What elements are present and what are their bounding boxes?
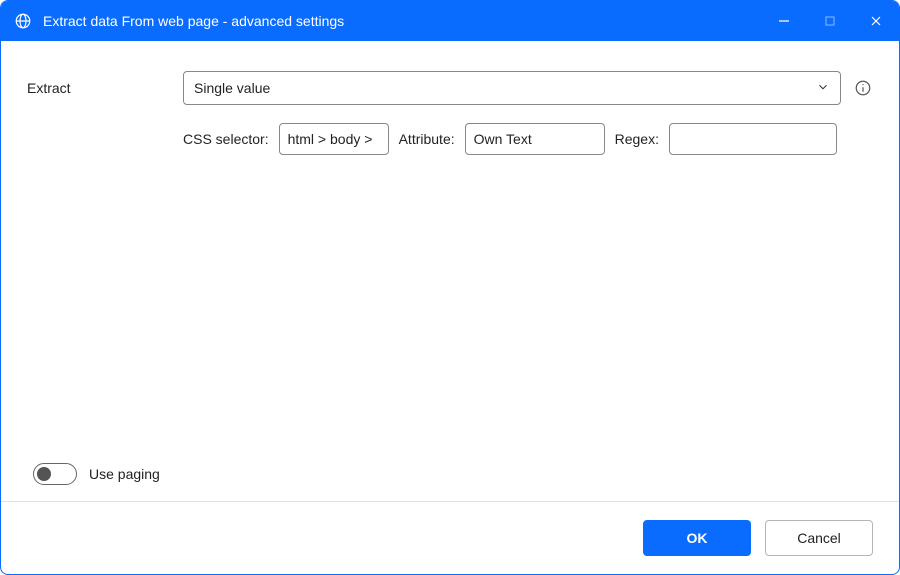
chevron-down-icon: [816, 80, 830, 97]
cancel-button-label: Cancel: [797, 530, 841, 546]
maximize-button[interactable]: [807, 1, 853, 41]
toggle-knob: [37, 467, 51, 481]
close-button[interactable]: [853, 1, 899, 41]
use-paging-toggle[interactable]: [33, 463, 77, 485]
params-group: CSS selector: html > body > Attribute: O…: [183, 123, 837, 155]
use-paging-label: Use paging: [89, 466, 160, 482]
cancel-button[interactable]: Cancel: [765, 520, 873, 556]
params-row: CSS selector: html > body > Attribute: O…: [27, 123, 873, 155]
dialog-footer: OK Cancel: [1, 501, 899, 574]
content-spacer: [27, 173, 873, 463]
dialog-content: Extract Single value CSS selector:: [1, 41, 899, 501]
titlebar: Extract data From web page - advanced se…: [1, 1, 899, 41]
window-title: Extract data From web page - advanced se…: [43, 13, 761, 29]
extract-dropdown-value: Single value: [194, 80, 816, 96]
extract-label: Extract: [27, 80, 183, 96]
extract-row: Extract Single value: [27, 71, 873, 105]
css-selector-value: html > body >: [288, 131, 373, 147]
css-selector-input[interactable]: html > body >: [279, 123, 389, 155]
minimize-button[interactable]: [761, 1, 807, 41]
extract-dropdown[interactable]: Single value: [183, 71, 841, 105]
css-selector-label: CSS selector:: [183, 131, 269, 147]
attribute-input[interactable]: Own Text: [465, 123, 605, 155]
window-controls: [761, 1, 899, 41]
use-paging-row: Use paging: [27, 463, 873, 485]
ok-button-label: OK: [687, 530, 708, 546]
globe-icon: [13, 11, 33, 31]
ok-button[interactable]: OK: [643, 520, 751, 556]
attribute-label: Attribute:: [399, 131, 455, 147]
regex-label: Regex:: [615, 131, 659, 147]
attribute-value: Own Text: [474, 131, 532, 147]
regex-input[interactable]: [669, 123, 837, 155]
info-icon[interactable]: [853, 78, 873, 98]
dialog-window: Extract data From web page - advanced se…: [0, 0, 900, 575]
